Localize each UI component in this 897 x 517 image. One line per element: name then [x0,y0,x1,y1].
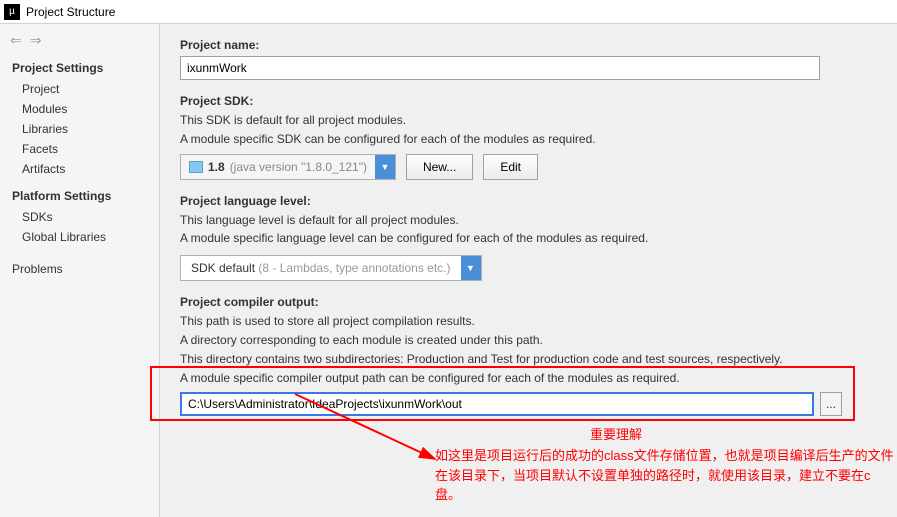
sdk-selected: 1.8 [208,160,225,174]
title-bar: µ Project Structure [0,0,897,24]
project-name-label: Project name: [180,38,877,52]
output-label: Project compiler output: [180,295,877,309]
lang-selected: SDK default [191,261,255,275]
lang-desc-2: A module specific language level can be … [180,230,877,247]
output-desc-3: This directory contains two subdirectori… [180,351,877,368]
annotation-body: 如这里是项目运行后的成功的class文件存储位置，也就是项目编译后生产的文件在该… [435,446,895,505]
sdk-edit-button[interactable]: Edit [483,154,538,180]
sdk-desc-2: A module specific SDK can be configured … [180,131,877,148]
sidebar-item-sdks[interactable]: SDKs [0,207,159,227]
sidebar-item-problems[interactable]: Problems [0,259,159,279]
annotation-title: 重要理解 [590,424,642,443]
sidebar: ⇐ ⇒ Project Settings Project Modules Lib… [0,24,160,517]
sidebar-item-facets[interactable]: Facets [0,139,159,159]
lang-selected-hint: (8 - Lambdas, type annotations etc.) [258,261,450,275]
output-desc-4: A module specific compiler output path c… [180,370,877,387]
project-sdk-label: Project SDK: [180,94,877,108]
window-title: Project Structure [26,5,115,19]
output-path-input[interactable] [180,392,814,416]
sidebar-item-project[interactable]: Project [0,79,159,99]
sidebar-item-libraries[interactable]: Libraries [0,119,159,139]
nav-arrows: ⇐ ⇒ [0,28,159,57]
back-arrow-icon[interactable]: ⇐ [10,32,22,49]
sidebar-item-modules[interactable]: Modules [0,99,159,119]
app-icon: µ [4,4,20,20]
output-desc-1: This path is used to store all project c… [180,313,877,330]
disk-icon [189,161,203,173]
sdk-selected-hint: (java version "1.8.0_121") [230,160,367,174]
lang-desc-1: This language level is default for all p… [180,212,877,229]
sdk-new-button[interactable]: New... [406,154,473,180]
lang-combo[interactable]: SDK default (8 - Lambdas, type annotatio… [180,255,482,281]
forward-arrow-icon[interactable]: ⇒ [30,32,42,49]
sidebar-heading-project: Project Settings [0,57,159,79]
sidebar-heading-platform: Platform Settings [0,185,159,207]
sidebar-item-global-libraries[interactable]: Global Libraries [0,227,159,247]
chevron-down-icon[interactable]: ▼ [375,155,395,179]
browse-button[interactable]: ... [820,392,842,416]
output-desc-2: A directory corresponding to each module… [180,332,877,349]
project-name-input[interactable] [180,56,820,80]
content-panel: Project name: Project SDK: This SDK is d… [160,24,897,517]
sdk-desc-1: This SDK is default for all project modu… [180,112,877,129]
chevron-down-icon[interactable]: ▼ [461,256,481,280]
sdk-combo[interactable]: 1.8 (java version "1.8.0_121") ▼ [180,154,396,180]
lang-level-label: Project language level: [180,194,877,208]
sidebar-item-artifacts[interactable]: Artifacts [0,159,159,179]
